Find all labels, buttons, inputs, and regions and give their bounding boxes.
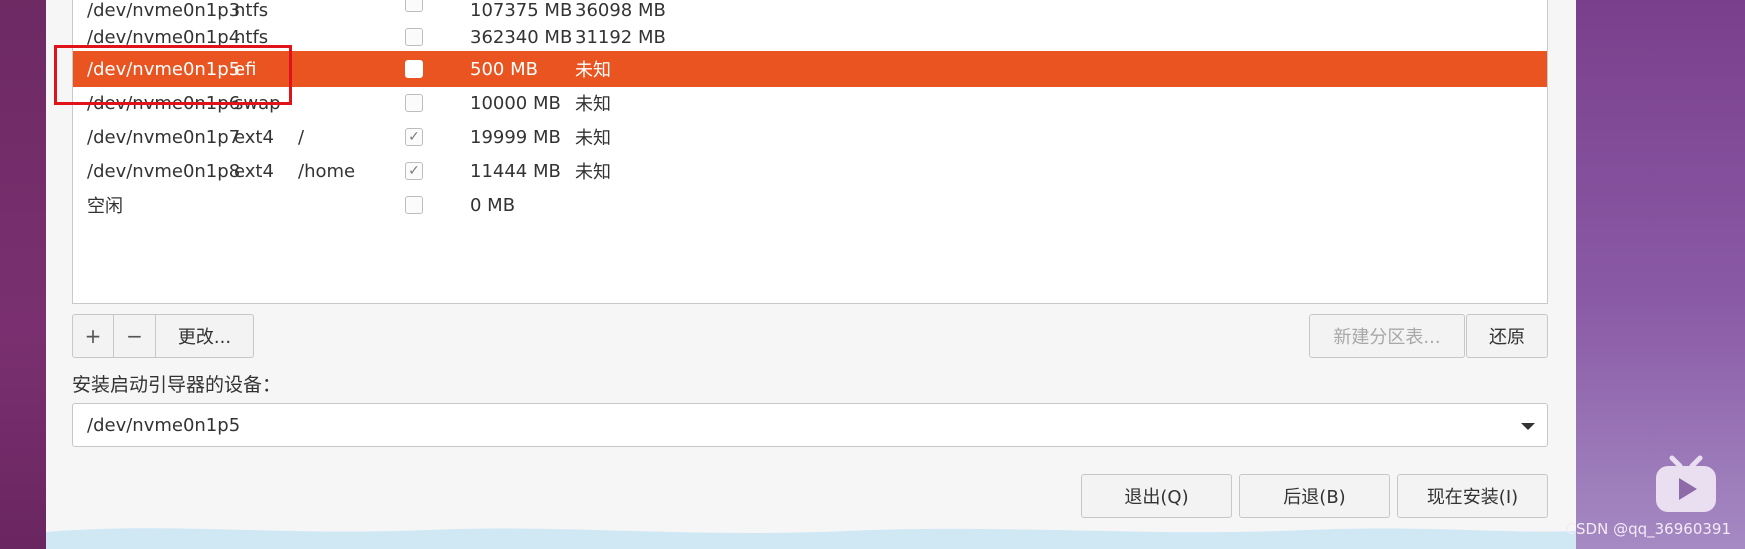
partition-table[interactable]: /dev/nvme0n1p3 ntfs 107375 MB 36098 MB /… <box>72 0 1548 304</box>
partition-mount: /home <box>298 160 356 182</box>
format-checkbox-checked[interactable]: ✓ <box>405 162 423 180</box>
format-checkbox[interactable] <box>405 28 423 46</box>
partition-device: /dev/nvme0n1p7 <box>87 126 241 148</box>
add-partition-button[interactable]: + <box>72 314 114 358</box>
partition-used: 未知 <box>575 128 611 149</box>
partition-size: 11444 MB <box>470 160 561 182</box>
format-checkbox-checked[interactable]: ✓ <box>405 128 423 146</box>
back-button[interactable]: 后退(B) <box>1239 474 1390 518</box>
quit-button[interactable]: 退出(Q) <box>1081 474 1232 518</box>
partition-device: /dev/nvme0n1p3 <box>87 0 241 21</box>
video-frame-edge <box>46 528 1576 549</box>
partition-used: 未知 <box>575 162 611 183</box>
boot-loader-label: 安装启动引导器的设备： <box>72 374 282 396</box>
partition-device: /dev/nvme0n1p8 <box>87 160 241 182</box>
partition-type: ext4 <box>234 160 274 182</box>
install-now-button[interactable]: 现在安装(I) <box>1397 474 1548 518</box>
partition-size: 362340 MB <box>470 26 573 48</box>
partition-used: 未知 <box>575 60 611 81</box>
chevron-down-icon <box>1521 423 1535 430</box>
partition-used: 31192 MB <box>575 26 666 48</box>
partition-size: 10000 MB <box>470 92 561 114</box>
partition-size: 0 MB <box>470 194 516 216</box>
watermark-text: CSDN @qq_36960391 <box>1565 520 1731 538</box>
table-row[interactable]: /dev/nvme0n1p6 swap 10000 MB 未知 <box>73 86 1547 120</box>
video-player-logo-icon <box>1656 455 1716 512</box>
partition-size: 19999 MB <box>470 126 561 148</box>
format-checkbox[interactable] <box>405 94 423 112</box>
table-row[interactable]: 空闲 0 MB <box>73 188 1547 222</box>
partition-used: 36098 MB <box>575 0 666 21</box>
boot-loader-device-select[interactable]: /dev/nvme0n1p5 <box>72 403 1548 447</box>
desktop-background-left <box>0 0 46 549</box>
table-row[interactable]: /dev/nvme0n1p4 ntfs 362340 MB 31192 MB <box>73 20 1547 54</box>
remove-partition-button[interactable]: − <box>114 314 156 358</box>
partition-device: 空闲 <box>87 196 123 217</box>
partition-type: ext4 <box>234 126 274 148</box>
table-row[interactable]: /dev/nvme0n1p7 ext4 / ✓ 19999 MB 未知 <box>73 120 1547 154</box>
change-partition-button[interactable]: 更改... <box>156 314 254 358</box>
revert-button[interactable]: 还原 <box>1466 314 1548 358</box>
partition-size: 500 MB <box>470 58 538 80</box>
annotation-highlight-box <box>54 45 292 105</box>
partition-type: ntfs <box>234 0 269 21</box>
partition-size: 107375 MB <box>470 0 573 21</box>
table-row[interactable]: /dev/nvme0n1p8 ext4 /home ✓ 11444 MB 未知 <box>73 154 1547 188</box>
format-checkbox[interactable] <box>405 196 423 214</box>
new-partition-table-button[interactable]: 新建分区表... <box>1309 314 1465 358</box>
table-row-selected[interactable]: /dev/nvme0n1p5 efi 500 MB 未知 <box>73 51 1547 87</box>
partition-mount: / <box>298 126 305 148</box>
partition-toolbar: + − 更改... <box>72 314 254 358</box>
format-checkbox[interactable] <box>405 60 423 78</box>
format-checkbox[interactable] <box>405 0 423 12</box>
partition-used: 未知 <box>575 94 611 115</box>
boot-loader-device-value: /dev/nvme0n1p5 <box>87 415 241 436</box>
